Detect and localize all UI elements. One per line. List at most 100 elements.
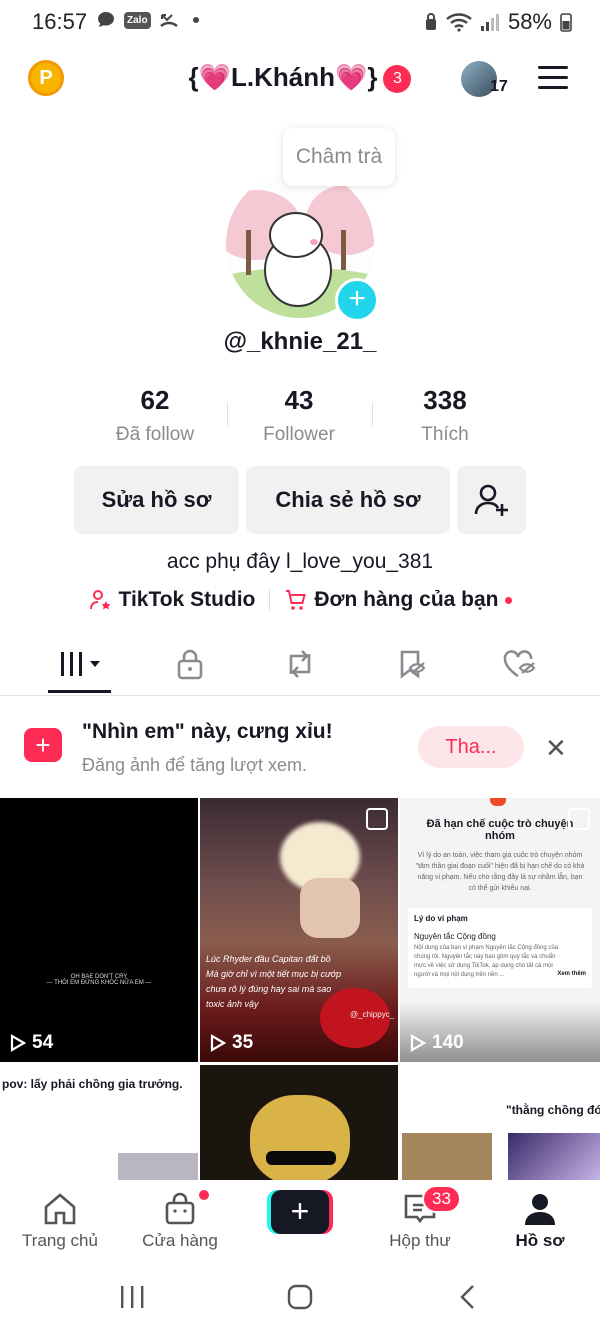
play-icon [10, 1034, 26, 1052]
restriction-body: Vì lý do an toàn, việc tham gia cuộc trò… [415, 852, 585, 892]
violation-title: Nguyên tắc Cộng đồng [414, 932, 496, 941]
nav-shop[interactable]: Cửa hàng [125, 1190, 235, 1251]
bottom-nav: Trang chủ Cửa hàng + Hộp thư 33 Hồ sơ [0, 1180, 600, 1260]
recent-apps-icon[interactable] [118, 1284, 146, 1310]
shopping-bag-icon [165, 1192, 195, 1225]
pinned-icon [366, 808, 388, 830]
tab-private[interactable] [160, 646, 220, 682]
view-count: 140 [410, 1032, 464, 1054]
nav-profile-label: Hồ sơ [515, 1231, 565, 1250]
video-tile[interactable]: pov: lấy phải chồng gia trưởng. [0, 1065, 198, 1180]
promo-title: "Nhìn em" này, cưng xỉu! [82, 720, 333, 743]
plus-icon: + [271, 1190, 329, 1234]
play-icon [210, 1034, 226, 1052]
tabs-divider [0, 695, 600, 696]
video-caption: OH BAE DON'T CRY — THÔI EM ĐỪNG KHÓC NỮA… [46, 974, 152, 986]
profile-links: TikTok Studio Đơn hàng của bạn [0, 588, 600, 612]
video-caption: "thằng chồng đó [506, 1103, 600, 1117]
view-count-text: 54 [32, 1032, 54, 1053]
dot-icon [192, 17, 199, 23]
status-time: 16:57 [32, 9, 88, 34]
profile-title[interactable]: {💗L.Khánh💗} 3 [0, 62, 600, 94]
system-nav-bar [0, 1260, 600, 1333]
close-icon[interactable]: ✕ [545, 733, 567, 764]
repost-icon [289, 650, 311, 678]
username: @_khnie_21_ [223, 328, 377, 355]
edit-profile-button[interactable]: Sửa hồ sơ [74, 466, 239, 534]
status-bubble[interactable]: Châm trà [283, 128, 395, 186]
video-thumb-hair [250, 1095, 350, 1180]
video-caption: Lúc Rhyder đầu Capitan đất bồ Mà giờ chỉ… [206, 954, 342, 1009]
orders-link[interactable]: Đơn hàng của bạn [284, 588, 512, 612]
status-bubble-text: Châm trà [295, 145, 383, 168]
violation-card: Lý do vi phạm Nguyên tắc Cộng đồng Nội d… [408, 908, 592, 988]
menu-icon[interactable] [538, 66, 568, 96]
back-icon[interactable] [456, 1284, 480, 1310]
view-count-text: 140 [432, 1032, 464, 1053]
video-tile[interactable]: "thằng chồng đó [400, 1065, 600, 1180]
inbox-badge: 33 [422, 1185, 461, 1213]
orders-dot [504, 596, 512, 604]
add-story-button[interactable]: + [335, 278, 379, 322]
home-icon [44, 1193, 76, 1225]
video-tile[interactable]: Đã hạn chế cuộc trò chuyện nhóm Vì lý do… [400, 798, 600, 1062]
video-watermark: @_chippyc_ [350, 1010, 395, 1019]
home-button-icon[interactable] [286, 1284, 314, 1310]
link-separator [269, 590, 271, 610]
message-icon [98, 12, 114, 27]
tab-saved[interactable] [382, 646, 442, 682]
add-user-icon [474, 484, 508, 516]
battery-icon [560, 13, 572, 32]
create-button[interactable]: + [267, 1190, 333, 1234]
nav-inbox-label: Hộp thư [389, 1231, 451, 1250]
account-count: 17 [490, 78, 508, 95]
view-count: 35 [210, 1032, 253, 1054]
tiktok-studio-link[interactable]: TikTok Studio [89, 588, 255, 612]
likes-count: 338 [423, 385, 467, 415]
restriction-title: Đã hạn chế cuộc trò chuyện nhóm [426, 818, 574, 842]
lock-icon [177, 649, 203, 680]
nav-profile[interactable]: Hồ sơ [485, 1192, 595, 1251]
see-more-link: Xem thêm [557, 971, 586, 977]
zalo-icon: Zalo [124, 11, 151, 29]
video-thumb-face [300, 878, 360, 938]
studio-person-star-icon [89, 590, 110, 610]
view-count-text: 35 [232, 1032, 254, 1053]
nav-shop-label: Cửa hàng [142, 1231, 218, 1250]
following-count: 62 [140, 385, 170, 415]
photo-plus-icon: + [24, 728, 62, 762]
display-name: {💗L.Khánh💗} [188, 62, 378, 92]
cart-icon [286, 590, 307, 610]
profile-bio: acc phụ đây l_love_you_381 [166, 550, 434, 573]
promo-try-button[interactable]: Tha... [418, 726, 524, 768]
stat-following[interactable]: 62 Đã follow [75, 385, 235, 446]
following-label: Đã follow [115, 424, 195, 445]
tab-liked[interactable] [490, 646, 550, 682]
add-friend-button[interactable] [457, 466, 526, 534]
missed-call-icon [159, 14, 178, 28]
share-profile-button[interactable]: Chia sẻ hồ sơ [246, 466, 450, 534]
nav-home[interactable]: Trang chủ [5, 1192, 115, 1251]
video-thumb [508, 1133, 600, 1180]
video-tile[interactable]: OH BAE DON'T CRY — THÔI EM ĐỪNG KHÓC NỮA… [0, 798, 198, 1062]
alarm-lock-icon [425, 13, 436, 30]
wifi-icon [446, 13, 472, 32]
view-count: 54 [10, 1032, 53, 1054]
stat-likes[interactable]: 338 Thích [365, 385, 525, 446]
active-tab-indicator [48, 690, 111, 693]
grid-sort-icon [61, 652, 100, 676]
play-icon [410, 1034, 426, 1052]
status-notification-icons: Zalo [96, 10, 199, 30]
tab-videos[interactable] [52, 646, 112, 682]
video-thumb [402, 1133, 492, 1180]
video-tile[interactable] [200, 1065, 398, 1180]
video-tile[interactable]: Lúc Rhyder đầu Capitan đất bồ Mà giờ chỉ… [200, 798, 398, 1062]
followers-count: 43 [284, 385, 314, 415]
bookmark-hidden-icon [400, 650, 426, 679]
violation-body: Nội dung của bạn vi phạm Nguyên tắc Cộng… [414, 945, 559, 978]
stat-followers[interactable]: 43 Follower [219, 385, 379, 446]
video-thumb [118, 1153, 198, 1180]
notification-badge: 3 [383, 65, 412, 94]
tab-reposts[interactable] [270, 646, 330, 682]
likes-label: Thích [421, 424, 469, 445]
